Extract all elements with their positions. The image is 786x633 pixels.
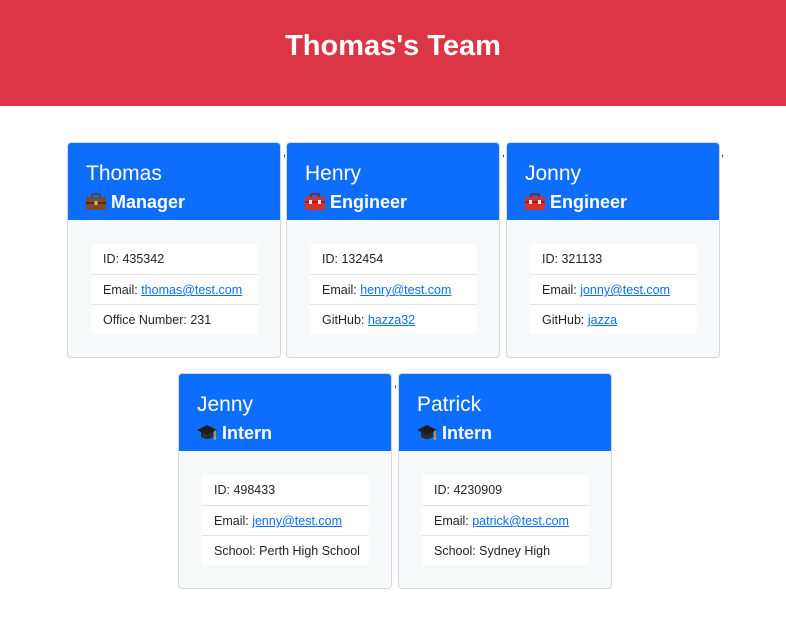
email-label: Email: bbox=[434, 514, 473, 528]
employee-name: Patrick bbox=[417, 393, 482, 416]
list-item-school: School: Perth High School bbox=[202, 535, 369, 565]
id-label: ID: bbox=[322, 252, 342, 266]
list-item-school: School: Sydney High bbox=[422, 535, 589, 565]
list-item-office-number: Office Number: 231 bbox=[91, 304, 258, 334]
employee-role: Engineer bbox=[304, 191, 407, 213]
employee-details-list: ID: 498433 Email: jenny@test.com School:… bbox=[202, 475, 369, 565]
email-label: Email: bbox=[103, 283, 142, 297]
list-item-id: ID: 435342 bbox=[91, 244, 258, 274]
email-link[interactable]: patrick@test.com bbox=[472, 514, 569, 528]
employee-details-list: ID: 132454 Email: henry@test.com GitHub:… bbox=[310, 244, 477, 334]
separator-comma: , bbox=[394, 378, 398, 390]
card-header: Patrick Intern bbox=[399, 374, 611, 451]
role-label: Intern bbox=[442, 423, 493, 443]
list-item-id: ID: 132454 bbox=[310, 244, 477, 274]
role-label: Engineer bbox=[550, 192, 628, 212]
toolbox-icon bbox=[525, 193, 545, 210]
employee-details-list: ID: 321133 Email: jonny@test.com GitHub:… bbox=[530, 244, 697, 334]
github-label: GitHub: bbox=[322, 313, 368, 327]
employee-details-list: ID: 4230909 Email: patrick@test.com Scho… bbox=[422, 475, 589, 565]
list-item-github: GitHub: hazza32 bbox=[310, 304, 477, 334]
employee-name: Jonny bbox=[525, 162, 582, 185]
email-link[interactable]: henry@test.com bbox=[360, 283, 451, 297]
id-label: ID: bbox=[103, 252, 123, 266]
list-item-email: Email: patrick@test.com bbox=[422, 505, 589, 535]
employee-role: Intern bbox=[196, 422, 272, 444]
separator-comma: , bbox=[502, 147, 506, 159]
school-value: Perth High School bbox=[259, 544, 360, 558]
id-label: ID: bbox=[214, 483, 234, 497]
email-link[interactable]: thomas@test.com bbox=[141, 283, 242, 297]
id-label: ID: bbox=[434, 483, 454, 497]
office-number-label: Office Number: bbox=[103, 313, 191, 327]
list-item-id: ID: 498433 bbox=[202, 475, 369, 505]
employee-card: Henry Engineer ID: 132454 Email: henry@t… bbox=[286, 142, 500, 358]
email-link[interactable]: jenny@test.com bbox=[252, 514, 342, 528]
id-value: 435342 bbox=[122, 252, 165, 266]
id-value: 4230909 bbox=[453, 483, 503, 497]
employee-name: Jenny bbox=[197, 393, 254, 416]
school-label: School: bbox=[214, 544, 260, 558]
employee-role: Intern bbox=[416, 422, 492, 444]
github-link[interactable]: jazza bbox=[588, 313, 617, 327]
email-label: Email: bbox=[542, 283, 581, 297]
email-link[interactable]: jonny@test.com bbox=[580, 283, 670, 297]
id-value: 498433 bbox=[233, 483, 276, 497]
employee-details-list: ID: 435342 Email: thomas@test.com Office… bbox=[91, 244, 258, 334]
employee-role: Manager bbox=[85, 191, 185, 213]
office-number-value: 231 bbox=[190, 313, 212, 327]
id-label: ID: bbox=[542, 252, 562, 266]
school-label: School: bbox=[434, 544, 480, 558]
briefcase-icon bbox=[86, 193, 106, 210]
card-header: Henry Engineer bbox=[287, 143, 499, 220]
employee-card: Thomas Manager ID: 435342 Email: thomas@… bbox=[67, 142, 281, 358]
employee-card: Patrick Intern ID: 4230909 Email: patric… bbox=[398, 373, 612, 589]
graduation-cap-icon bbox=[417, 425, 437, 440]
page-title: Thomas's Team bbox=[285, 30, 501, 62]
list-item-email: Email: jonny@test.com bbox=[530, 274, 697, 304]
id-value: 321133 bbox=[561, 252, 603, 266]
role-label: Intern bbox=[222, 423, 273, 443]
list-item-id: ID: 321133 bbox=[530, 244, 697, 274]
employee-role: Engineer bbox=[524, 191, 627, 213]
employee-card: Jonny Engineer ID: 321133 Email: jonny@t… bbox=[506, 142, 720, 358]
card-header: Jenny Intern bbox=[179, 374, 391, 451]
school-value: Sydney High bbox=[479, 544, 551, 558]
separator-comma: , bbox=[721, 147, 725, 159]
list-item-email: Email: henry@test.com bbox=[310, 274, 477, 304]
email-label: Email: bbox=[322, 283, 361, 297]
employee-name: Thomas bbox=[86, 162, 162, 185]
list-item-github: GitHub: jazza bbox=[530, 304, 697, 334]
graduation-cap-icon bbox=[197, 425, 217, 440]
role-label: Engineer bbox=[330, 192, 408, 212]
list-item-id: ID: 4230909 bbox=[422, 475, 589, 505]
header-banner: Thomas's Team bbox=[0, 0, 786, 106]
card-header: Thomas Manager bbox=[68, 143, 280, 220]
github-link[interactable]: hazza32 bbox=[368, 313, 415, 327]
list-item-email: Email: jenny@test.com bbox=[202, 505, 369, 535]
employee-name: Henry bbox=[305, 162, 362, 185]
id-value: 132454 bbox=[341, 252, 384, 266]
email-label: Email: bbox=[214, 514, 253, 528]
toolbox-icon bbox=[305, 193, 325, 210]
card-header: Jonny Engineer bbox=[507, 143, 719, 220]
github-label: GitHub: bbox=[542, 313, 588, 327]
list-item-email: Email: thomas@test.com bbox=[91, 274, 258, 304]
role-label: Manager bbox=[111, 192, 186, 212]
employee-card: Jenny Intern ID: 498433 Email: jenny@tes… bbox=[178, 373, 392, 589]
